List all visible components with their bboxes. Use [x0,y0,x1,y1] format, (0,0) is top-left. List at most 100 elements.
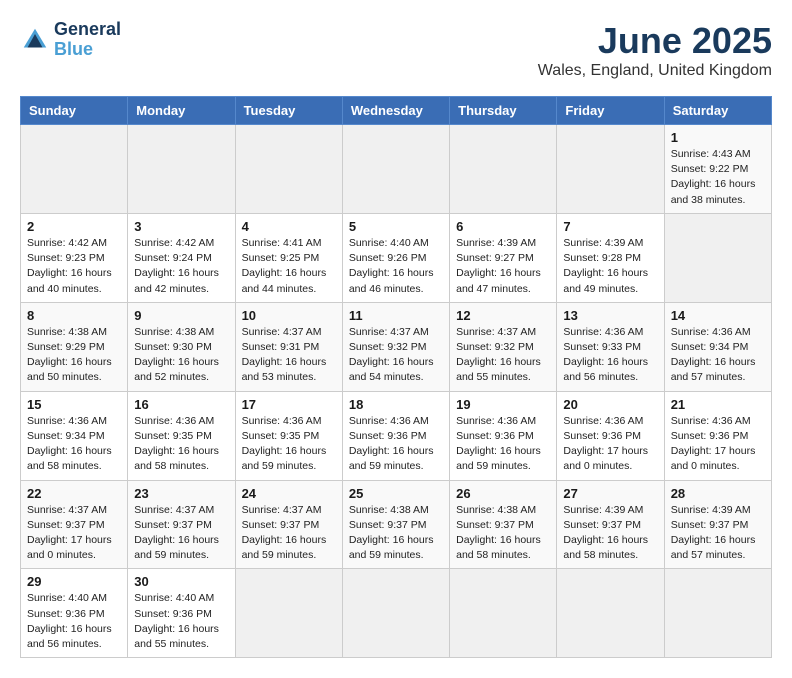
day-info: Sunrise: 4:36 AMSunset: 9:34 PMDaylight:… [27,414,121,475]
logo: General Blue [20,20,121,60]
calendar-day-cell [450,569,557,658]
day-info: Sunrise: 4:39 AMSunset: 9:37 PMDaylight:… [563,503,657,564]
day-info: Sunrise: 4:41 AMSunset: 9:25 PMDaylight:… [242,236,336,297]
day-info: Sunrise: 4:37 AMSunset: 9:37 PMDaylight:… [27,503,121,564]
day-info: Sunrise: 4:38 AMSunset: 9:30 PMDaylight:… [134,325,228,386]
day-number: 2 [27,219,121,234]
calendar-week-row: 15 Sunrise: 4:36 AMSunset: 9:34 PMDayligh… [21,391,772,480]
day-info: Sunrise: 4:36 AMSunset: 9:34 PMDaylight:… [671,325,765,386]
day-info: Sunrise: 4:37 AMSunset: 9:32 PMDaylight:… [456,325,550,386]
day-of-week-header: Thursday [450,97,557,125]
day-info: Sunrise: 4:36 AMSunset: 9:36 PMDaylight:… [456,414,550,475]
calendar-day-cell: 7Sunrise: 4:39 AMSunset: 9:28 PMDaylight… [557,213,664,302]
day-number: 14 [671,308,765,323]
calendar-week-row: 2 Sunrise: 4:42 AMSunset: 9:23 PMDaylight… [21,213,772,302]
logo-general-text: General [54,20,121,40]
day-info: Sunrise: 4:42 AMSunset: 9:23 PMDaylight:… [27,236,121,297]
calendar-week-row: 29Sunrise: 4:40 AMSunset: 9:36 PMDayligh… [21,569,772,658]
calendar-day-cell [557,125,664,214]
calendar-day-cell: 2 Sunrise: 4:42 AMSunset: 9:23 PMDaylight… [21,213,128,302]
calendar-day-cell: 27 Sunrise: 4:39 AMSunset: 9:37 PMDayligh… [557,480,664,569]
calendar-week-row: 22 Sunrise: 4:37 AMSunset: 9:37 PMDayligh… [21,480,772,569]
calendar-day-cell [128,125,235,214]
calendar-day-cell: 8 Sunrise: 4:38 AMSunset: 9:29 PMDaylight… [21,302,128,391]
day-number: 22 [27,486,121,501]
calendar-day-cell: 28 Sunrise: 4:39 AMSunset: 9:37 PMDayligh… [664,480,771,569]
day-info: Sunrise: 4:37 AMSunset: 9:37 PMDaylight:… [134,503,228,564]
day-number: 19 [456,397,550,412]
calendar-day-cell [450,125,557,214]
day-info: Sunrise: 4:39 AMSunset: 9:37 PMDaylight:… [671,503,765,564]
day-number: 6 [456,219,550,234]
day-info: Sunrise: 4:40 AMSunset: 9:36 PMDaylight:… [27,591,121,652]
day-number: 20 [563,397,657,412]
day-number: 23 [134,486,228,501]
calendar-header-row: SundayMondayTuesdayWednesdayThursdayFrid… [21,97,772,125]
day-info: Sunrise: 4:36 AMSunset: 9:35 PMDaylight:… [134,414,228,475]
calendar-table: SundayMondayTuesdayWednesdayThursdayFrid… [20,96,772,658]
logo-text: General Blue [54,20,121,60]
day-of-week-header: Saturday [664,97,771,125]
day-number: 27 [563,486,657,501]
day-number: 18 [349,397,443,412]
day-info: Sunrise: 4:36 AMSunset: 9:36 PMDaylight:… [349,414,443,475]
day-info: Sunrise: 4:38 AMSunset: 9:37 PMDaylight:… [456,503,550,564]
day-number: 5 [349,219,443,234]
calendar-day-cell: 1Sunrise: 4:43 AMSunset: 9:22 PMDaylight… [664,125,771,214]
day-info: Sunrise: 4:39 AMSunset: 9:28 PMDaylight:… [563,236,657,297]
calendar-day-cell: 19 Sunrise: 4:36 AMSunset: 9:36 PMDayligh… [450,391,557,480]
calendar-day-cell: 9 Sunrise: 4:38 AMSunset: 9:30 PMDaylight… [128,302,235,391]
day-number: 4 [242,219,336,234]
calendar-day-cell: 13 Sunrise: 4:36 AMSunset: 9:33 PMDayligh… [557,302,664,391]
day-number: 24 [242,486,336,501]
title-area: June 2025 Wales, England, United Kingdom [538,20,772,80]
day-info: Sunrise: 4:40 AMSunset: 9:36 PMDaylight:… [134,591,228,652]
header: General Blue June 2025 Wales, England, U… [20,20,772,80]
day-number: 10 [242,308,336,323]
calendar-day-cell: 14 Sunrise: 4:36 AMSunset: 9:34 PMDayligh… [664,302,771,391]
calendar-day-cell: 3Sunrise: 4:42 AMSunset: 9:24 PMDaylight… [128,213,235,302]
day-info: Sunrise: 4:42 AMSunset: 9:24 PMDaylight:… [134,236,228,297]
calendar-day-cell: 11Sunrise: 4:37 AMSunset: 9:32 PMDayligh… [342,302,449,391]
calendar-day-cell [664,213,771,302]
day-of-week-header: Sunday [21,97,128,125]
calendar-day-cell: 15 Sunrise: 4:36 AMSunset: 9:34 PMDayligh… [21,391,128,480]
day-number: 9 [134,308,228,323]
day-info: Sunrise: 4:37 AMSunset: 9:31 PMDaylight:… [242,325,336,386]
calendar-day-cell: 29Sunrise: 4:40 AMSunset: 9:36 PMDayligh… [21,569,128,658]
day-number: 13 [563,308,657,323]
month-title: June 2025 [538,20,772,62]
day-of-week-header: Wednesday [342,97,449,125]
calendar-day-cell: 18 Sunrise: 4:36 AMSunset: 9:36 PMDayligh… [342,391,449,480]
calendar-day-cell [21,125,128,214]
day-number: 30 [134,574,228,589]
day-number: 15 [27,397,121,412]
day-info: Sunrise: 4:36 AMSunset: 9:36 PMDaylight:… [563,414,657,475]
calendar-day-cell: 30 Sunrise: 4:40 AMSunset: 9:36 PMDayligh… [128,569,235,658]
logo-icon [20,25,50,55]
day-of-week-header: Friday [557,97,664,125]
calendar-day-cell: 10 Sunrise: 4:37 AMSunset: 9:31 PMDayligh… [235,302,342,391]
day-of-week-header: Tuesday [235,97,342,125]
day-number: 17 [242,397,336,412]
day-number: 28 [671,486,765,501]
calendar-day-cell: 25Sunrise: 4:38 AMSunset: 9:37 PMDayligh… [342,480,449,569]
day-info: Sunrise: 4:36 AMSunset: 9:33 PMDaylight:… [563,325,657,386]
calendar-day-cell: 26 Sunrise: 4:38 AMSunset: 9:37 PMDayligh… [450,480,557,569]
calendar-day-cell: 6Sunrise: 4:39 AMSunset: 9:27 PMDaylight… [450,213,557,302]
day-info: Sunrise: 4:36 AMSunset: 9:35 PMDaylight:… [242,414,336,475]
calendar-day-cell: 22 Sunrise: 4:37 AMSunset: 9:37 PMDayligh… [21,480,128,569]
calendar-week-row: 1Sunrise: 4:43 AMSunset: 9:22 PMDaylight… [21,125,772,214]
calendar-day-cell: 4 Sunrise: 4:41 AMSunset: 9:25 PMDaylight… [235,213,342,302]
calendar-day-cell [235,125,342,214]
day-number: 8 [27,308,121,323]
calendar-day-cell [342,125,449,214]
day-number: 25 [349,486,443,501]
calendar-week-row: 8 Sunrise: 4:38 AMSunset: 9:29 PMDaylight… [21,302,772,391]
day-info: Sunrise: 4:37 AMSunset: 9:37 PMDaylight:… [242,503,336,564]
day-number: 26 [456,486,550,501]
day-info: Sunrise: 4:38 AMSunset: 9:29 PMDaylight:… [27,325,121,386]
logo-blue-text: Blue [54,40,121,60]
calendar-day-cell: 23 Sunrise: 4:37 AMSunset: 9:37 PMDayligh… [128,480,235,569]
day-of-week-header: Monday [128,97,235,125]
